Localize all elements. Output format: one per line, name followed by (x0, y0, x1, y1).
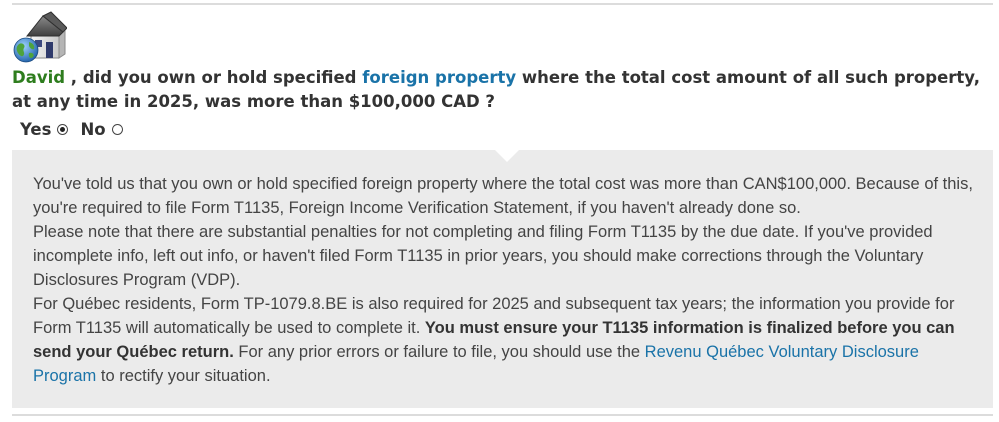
house-globe-icon (13, 11, 67, 63)
info-text: You've told us that you own or hold spec… (33, 172, 978, 388)
info-paragraph-1: You've told us that you own or hold spec… (33, 175, 973, 217)
no-label[interactable]: No (80, 120, 105, 139)
answer-options: Yes No (20, 118, 135, 140)
info-p3-mid: For any prior errors or failure to file,… (233, 343, 645, 361)
question-text: David , did you own or hold specified fo… (12, 66, 987, 114)
foreign-property-link[interactable]: foreign property (362, 68, 516, 87)
info-paragraph-3: For Québec residents, Form TP-1079.8.BE … (33, 292, 978, 388)
bottom-divider (12, 414, 993, 416)
yes-radio[interactable] (57, 123, 69, 135)
info-panel-pointer (495, 150, 519, 162)
no-radio[interactable] (111, 123, 123, 135)
info-paragraph-2: Please note that there are substantial p… (33, 223, 933, 289)
question-part-1: , did you own or hold specified (65, 68, 363, 87)
yes-label[interactable]: Yes (20, 120, 51, 139)
user-name: David (12, 68, 66, 87)
info-p3-end: to rectify your situation. (96, 367, 271, 385)
top-divider (12, 3, 993, 5)
